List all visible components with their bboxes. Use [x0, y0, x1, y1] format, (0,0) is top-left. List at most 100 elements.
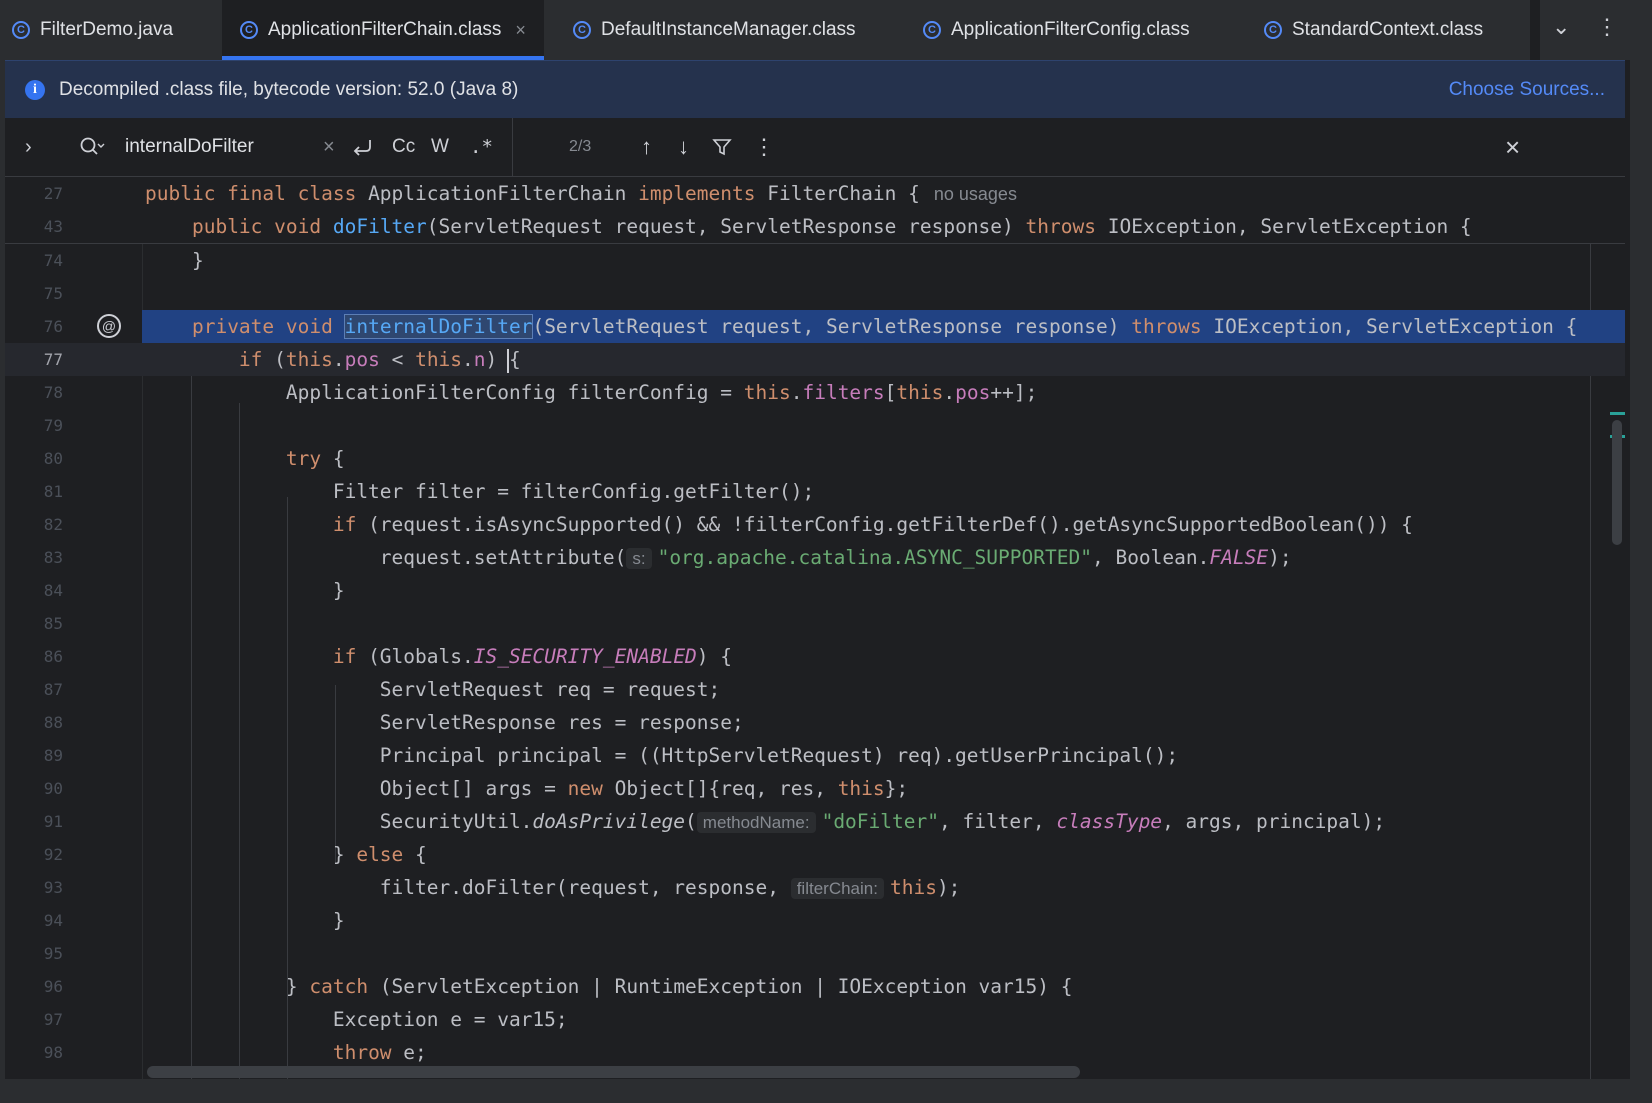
code-text: public void doFilter(ServletRequest requ… [191, 215, 1472, 238]
code-text: Exception e = var15; [145, 1008, 568, 1031]
tab-applicationfilterconfig[interactable]: C ApplicationFilterConfig.class [923, 0, 1190, 60]
line-number: 98 [43, 1043, 63, 1062]
filter-icon[interactable] [711, 118, 733, 176]
search-icon[interactable] [79, 118, 105, 176]
code-text: if (Globals.IS_SECURITY_ENABLED) { [332, 645, 733, 668]
decompiled-banner: i Decompiled .class file, bytecode versi… [5, 60, 1625, 119]
line-number: 79 [43, 416, 63, 435]
code-line[interactable]: 75 [5, 277, 1625, 310]
search-input[interactable] [125, 132, 325, 162]
tab-label: StandardContext.class [1292, 19, 1484, 40]
no-usages-hint[interactable]: no usages [934, 184, 1017, 204]
code-line[interactable]: 78 ApplicationFilterConfig filterConfig … [5, 376, 1625, 409]
code-line[interactable]: 96 } catch (ServletException | RuntimeEx… [5, 970, 1625, 1003]
expand-replace-icon[interactable]: › [25, 118, 32, 176]
code-text: public final class ApplicationFilterChai… [145, 182, 1017, 205]
code-line[interactable]: 87 ServletRequest req = request; [5, 673, 1625, 706]
next-occurrence-icon[interactable]: ↓ [678, 118, 689, 176]
code-line[interactable]: 88 ServletResponse res = response; [5, 706, 1625, 739]
line-number: 83 [43, 548, 63, 567]
line-number: 93 [43, 878, 63, 897]
code-line[interactable]: 74 } [5, 244, 1625, 277]
java-class-icon: C [12, 21, 30, 39]
tab-standardcontext[interactable]: C StandardContext.class [1264, 0, 1483, 60]
regex-toggle[interactable]: .* [470, 118, 493, 176]
param-hint: s: [626, 548, 652, 569]
line-number: 78 [43, 383, 63, 402]
search-marker[interactable] [1610, 412, 1625, 415]
tab-label: ApplicationFilterConfig.class [951, 19, 1190, 40]
more-options-icon[interactable]: ⋮ [753, 118, 775, 176]
class-icon: C [573, 21, 591, 39]
tab-defaultinstancemanager[interactable]: C DefaultInstanceManager.class [573, 0, 856, 60]
line-number: 96 [43, 977, 63, 996]
sticky-line[interactable]: 43 public void doFilter(ServletRequest r… [5, 210, 1625, 243]
line-number: 97 [43, 1010, 63, 1029]
tab-filterdemo[interactable]: C FilterDemo.java [12, 0, 173, 60]
code-line[interactable]: 95 [5, 937, 1625, 970]
line-number: 90 [43, 779, 63, 798]
search-match-highlight: internalDoFilter [343, 314, 534, 339]
code-line[interactable]: 94 } [5, 904, 1625, 937]
more-vertical-icon[interactable]: ⋮ [1596, 14, 1618, 40]
new-line-icon[interactable] [351, 118, 373, 176]
code-line[interactable]: 82 if (request.isAsyncSupported() && !fi… [5, 508, 1625, 541]
vertical-scrollbar[interactable] [1612, 420, 1622, 545]
code-line[interactable]: 84 } [5, 574, 1625, 607]
param-hint: methodName: [696, 812, 816, 833]
code-line[interactable]: 91 SecurityUtil.doAsPrivilege(methodName… [5, 805, 1625, 838]
line-number: 88 [43, 713, 63, 732]
code-text: } [145, 249, 204, 272]
match-case-toggle[interactable]: Cc [392, 118, 415, 176]
code-line[interactable]: 92 } else { [5, 838, 1625, 871]
find-bar: › × Cc W .* 2/3 ↑ ↓ ⋮ × [5, 118, 1625, 177]
code-text: if (request.isAsyncSupported() && !filte… [332, 513, 1413, 536]
code-text: filter.doFilter(request, response, filte… [145, 876, 961, 899]
chevron-down-icon[interactable]: ⌄ [1552, 14, 1570, 40]
line-number: 74 [43, 251, 63, 270]
code-line[interactable]: 83 request.setAttribute(s: "org.apache.ca… [5, 541, 1625, 574]
close-icon[interactable]: × [515, 20, 526, 41]
code-line[interactable]: 85 [5, 607, 1625, 640]
close-find-icon[interactable]: × [1505, 118, 1520, 176]
line-number: 91 [43, 812, 63, 831]
line-number: 85 [43, 614, 63, 633]
code-text: Filter filter = filterConfig.getFilter()… [145, 480, 815, 503]
line-number: 87 [43, 680, 63, 699]
line-number: 76 [43, 317, 63, 336]
code-text: } [145, 579, 345, 602]
code-line[interactable]: 80 try { [5, 442, 1625, 475]
words-toggle[interactable]: W [431, 118, 449, 176]
code-line[interactable]: 86 if (Globals.IS_SECURITY_ENABLED) { [5, 640, 1625, 673]
line-number: 27 [43, 184, 63, 203]
code-line[interactable]: 89 Principal principal = ((HttpServletRe… [5, 739, 1625, 772]
code-line[interactable]: 97 Exception e = var15; [5, 1003, 1625, 1036]
annotation-icon[interactable]: @ [97, 314, 121, 338]
code-text: } [145, 909, 345, 932]
code-text: if (this.pos < this.n) { [238, 348, 521, 373]
clear-icon[interactable]: × [323, 118, 335, 176]
choose-sources-link[interactable]: Choose Sources... [1449, 79, 1605, 101]
code-line-current[interactable]: 77 if (this.pos < this.n) { [5, 343, 1625, 376]
horizontal-scrollbar[interactable] [147, 1066, 1080, 1078]
code-line[interactable]: 79 [5, 409, 1625, 442]
code-text: Object[] args = new Object[]{req, res, t… [145, 777, 909, 800]
code-line[interactable]: 98 throw e; [5, 1036, 1625, 1069]
code-line[interactable]: 93 filter.doFilter(request, response, fi… [5, 871, 1625, 904]
line-number: 89 [43, 746, 63, 765]
line-number: 43 [43, 217, 63, 236]
code-editor[interactable]: 27 public final class ApplicationFilterC… [5, 177, 1625, 1079]
code-text: ServletRequest req = request; [145, 678, 721, 701]
sticky-line[interactable]: 27 public final class ApplicationFilterC… [5, 177, 1625, 210]
tab-applicationfilterchain[interactable]: C ApplicationFilterChain.class × [222, 0, 544, 60]
line-number: 86 [43, 647, 63, 666]
code-line[interactable]: 90 Object[] args = new Object[]{req, res… [5, 772, 1625, 805]
previous-occurrence-icon[interactable]: ↑ [641, 118, 652, 176]
param-hint: filterChain: [790, 878, 884, 899]
class-icon: C [1264, 21, 1282, 39]
line-number: 77 [43, 350, 63, 369]
tab-label: DefaultInstanceManager.class [601, 19, 856, 40]
code-text: throw e; [332, 1041, 427, 1064]
code-line[interactable]: 76 @ private void internalDoFilter(Servl… [5, 310, 1625, 343]
code-line[interactable]: 81 Filter filter = filterConfig.getFilte… [5, 475, 1625, 508]
